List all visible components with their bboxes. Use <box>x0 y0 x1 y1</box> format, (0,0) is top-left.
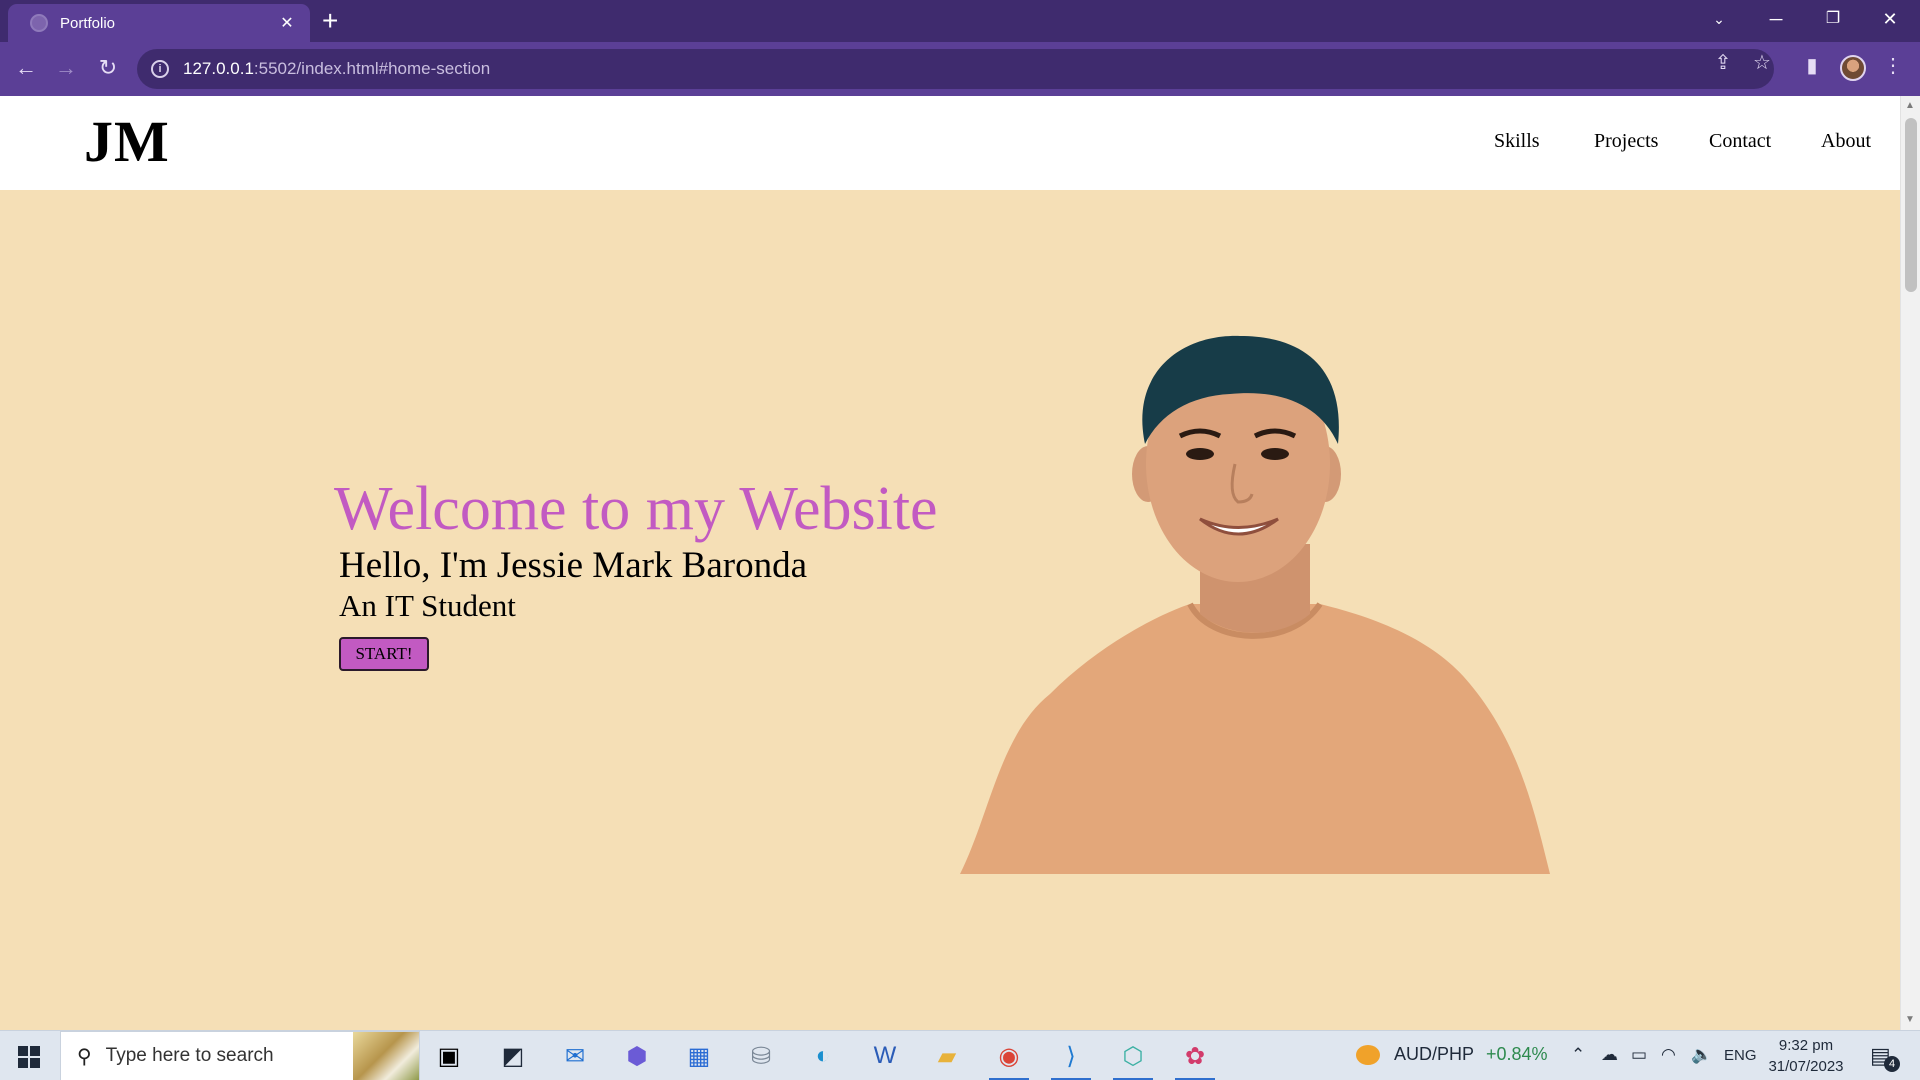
language-indicator[interactable]: ENG <box>1724 1047 1757 1064</box>
start-button[interactable]: START! <box>339 637 429 671</box>
browser-tab[interactable]: Portfolio ✕ <box>8 4 310 42</box>
chrome-icon[interactable]: ◉ <box>986 1039 1032 1080</box>
sticky-notes-icon[interactable]: ◩ <box>490 1039 536 1073</box>
site-logo[interactable]: JM <box>84 108 170 175</box>
profile-photo <box>960 335 1550 874</box>
bookmark-star-icon[interactable]: ☆ <box>1749 50 1775 75</box>
market-widget[interactable]: AUD/PHP +0.84% <box>1356 1044 1548 1065</box>
profile-avatar[interactable] <box>1840 55 1866 81</box>
search-icon: ⚲ <box>77 1045 92 1068</box>
word-icon[interactable]: W <box>862 1039 908 1073</box>
side-panel-icon[interactable]: ▮ <box>1797 53 1827 78</box>
store-icon[interactable]: ▦ <box>676 1039 722 1073</box>
minimize-button[interactable]: ─ <box>1754 4 1798 34</box>
vscode-icon[interactable]: ⟩ <box>1048 1039 1094 1080</box>
restore-button[interactable]: ❐ <box>1811 4 1855 34</box>
file-explorer-icon[interactable]: ▰ <box>924 1039 970 1073</box>
app-hexagon-icon[interactable]: ⬡ <box>1110 1039 1156 1080</box>
task-view-icon[interactable]: ▣ <box>426 1039 472 1073</box>
nav-link-skills[interactable]: Skills <box>1494 130 1540 153</box>
windows-start-icon[interactable] <box>18 1046 40 1068</box>
globe-icon <box>30 14 48 32</box>
widget-pair: AUD/PHP <box>1394 1044 1475 1064</box>
scroll-down-icon[interactable]: ▼ <box>1905 1014 1915 1025</box>
menu-kebab-icon[interactable]: ⋮ <box>1878 53 1908 78</box>
tab-title: Portfolio <box>60 14 116 32</box>
copilot-icon[interactable]: ⬢ <box>614 1039 660 1073</box>
volume-icon[interactable]: 🔈 <box>1691 1045 1712 1065</box>
database-icon[interactable]: ⛁ <box>738 1039 784 1073</box>
page-scrollbar[interactable]: ▲ ▼ <box>1900 96 1920 1030</box>
browser-tab-bar: Portfolio ✕ + ⌄ ─ ❐ ✕ <box>0 0 1920 42</box>
reload-icon[interactable]: ↻ <box>92 52 124 84</box>
page-viewport: JM Skills Projects Contact About Welcome… <box>0 96 1900 1030</box>
mail-icon[interactable]: ✉ <box>552 1039 598 1073</box>
battery-icon[interactable]: ▭ <box>1631 1045 1647 1065</box>
forward-icon[interactable]: → <box>50 52 82 84</box>
back-icon[interactable]: ← <box>10 52 42 84</box>
widget-change: +0.84% <box>1486 1044 1548 1064</box>
scroll-up-icon[interactable]: ▲ <box>1905 100 1915 111</box>
nav-link-contact[interactable]: Contact <box>1709 130 1771 153</box>
nav-link-projects[interactable]: Projects <box>1594 130 1658 153</box>
search-highlight-image <box>353 1032 419 1080</box>
clock-time: 9:32 pm <box>1778 1037 1834 1054</box>
address-bar[interactable]: i 127.0.0.1:5502/index.html#home-section <box>137 49 1774 89</box>
tab-search-icon[interactable]: ⌄ <box>1697 4 1741 34</box>
new-tab-button[interactable]: + <box>322 6 338 36</box>
hero-name: Hello, I'm Jessie Mark Baronda <box>339 545 808 586</box>
search-placeholder: Type here to search <box>105 1045 274 1066</box>
clock-date: 31/07/2023 <box>1768 1058 1844 1075</box>
site-info-icon[interactable]: i <box>151 60 169 78</box>
nav-link-about[interactable]: About <box>1821 130 1871 153</box>
app-flower-icon[interactable]: ✿ <box>1172 1039 1218 1080</box>
edge-icon[interactable]: ◐ <box>800 1039 846 1073</box>
scroll-thumb[interactable] <box>1905 118 1917 292</box>
close-tab-icon[interactable]: ✕ <box>276 13 298 33</box>
browser-toolbar: ← → ↻ i 127.0.0.1:5502/index.html#home-s… <box>0 42 1920 96</box>
share-icon[interactable]: ⇪ <box>1710 50 1736 75</box>
wifi-icon[interactable]: ◠ <box>1661 1045 1676 1065</box>
currency-icon <box>1356 1044 1380 1065</box>
hero-role: An IT Student <box>339 588 516 623</box>
windows-taskbar: ⚲ Type here to search ▣ ◩ ✉ ⬢ ▦ ⛁ ◐ W ▰ … <box>0 1030 1920 1080</box>
onedrive-icon[interactable]: ☁ <box>1601 1045 1618 1065</box>
notification-count: 4 <box>1884 1056 1900 1072</box>
url-host: 127.0.0.1 <box>183 59 254 78</box>
close-window-button[interactable]: ✕ <box>1868 4 1912 34</box>
taskbar-search-input[interactable]: ⚲ Type here to search <box>60 1031 420 1080</box>
system-clock[interactable]: 9:32 pm 31/07/2023 <box>1764 1035 1848 1077</box>
chevron-up-icon[interactable]: ⌃ <box>1571 1045 1585 1065</box>
url-path: :5502/index.html#home-section <box>253 59 491 78</box>
site-header: JM Skills Projects Contact About <box>0 96 1900 190</box>
hero-heading: Welcome to my Website <box>334 475 938 543</box>
